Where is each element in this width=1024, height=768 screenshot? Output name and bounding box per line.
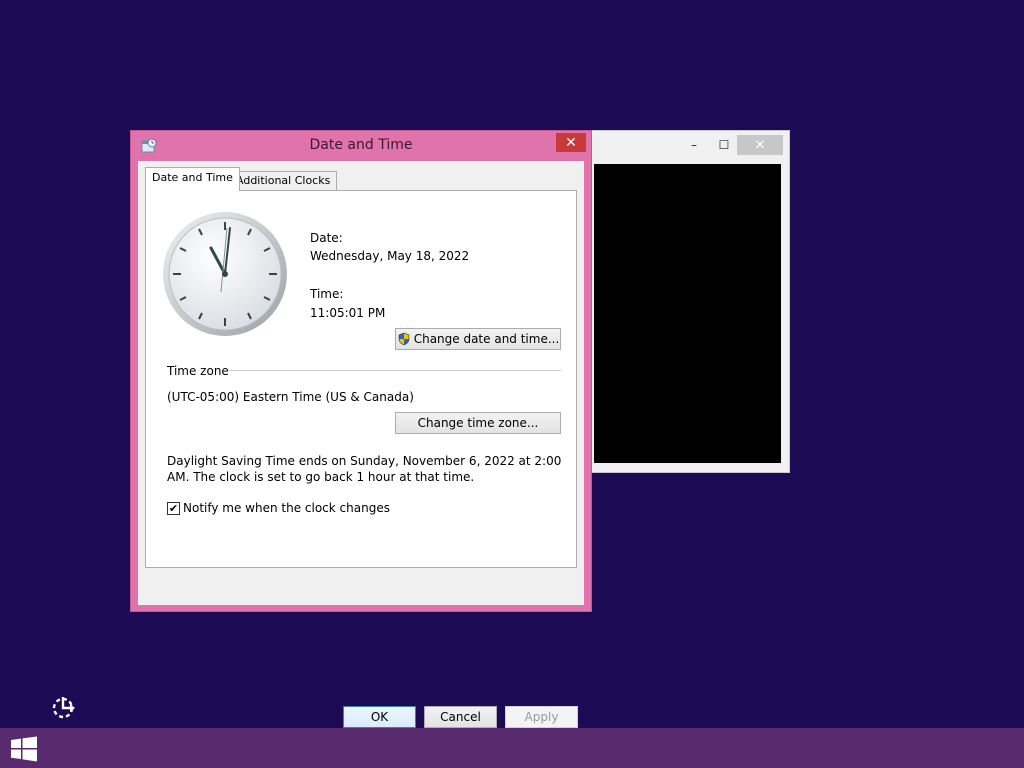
close-button[interactable]: ✕ [556, 133, 586, 152]
apply-button[interactable]: Apply [505, 706, 578, 728]
close-button[interactable]: ✕ [737, 135, 783, 155]
background-window-content [594, 164, 781, 463]
change-date-time-label: Change date and time... [413, 332, 560, 346]
taskbar [0, 728, 1024, 768]
time-zone-value: (UTC-05:00) Eastern Time (US & Canada) [167, 390, 414, 404]
dst-info-text: Daylight Saving Time ends on Sunday, Nov… [167, 454, 562, 484]
time-zone-header: Time zone [167, 364, 229, 378]
background-window[interactable]: – ☐ ✕ [588, 130, 790, 473]
cancel-button[interactable]: Cancel [424, 706, 497, 728]
tab-date-and-time[interactable]: Date and Time [145, 167, 240, 191]
change-date-time-button[interactable]: Change date and time... [395, 328, 561, 350]
notify-checkbox[interactable]: ✔ [167, 502, 180, 515]
minimize-button[interactable]: – [681, 135, 707, 155]
dialog-title: Date and Time [309, 137, 413, 153]
time-value: 11:05:01 PM [310, 306, 386, 320]
background-window-titlebar[interactable]: – ☐ ✕ [589, 131, 789, 161]
date-label: Date: [310, 231, 343, 245]
network-cursor-icon[interactable] [50, 694, 78, 720]
time-zone-divider [230, 370, 561, 371]
date-value: Wednesday, May 18, 2022 [310, 249, 470, 263]
time-label: Time: [310, 287, 344, 301]
analog-clock-icon [163, 212, 287, 336]
tab-additional-clocks[interactable]: Additional Clocks [229, 171, 338, 190]
maximize-button[interactable]: ☐ [711, 135, 737, 155]
change-time-zone-button[interactable]: Change time zone... [395, 412, 561, 434]
dialog-client-area: Date and Time Additional Clocks Date: We… [138, 161, 584, 728]
tab-panel: Date: Wednesday, May 18, 2022 Time: 11:0… [145, 190, 577, 568]
uac-shield-icon [398, 332, 410, 346]
change-time-zone-label: Change time zone... [417, 416, 539, 430]
date-time-dialog: Date and Time ✕ Date and Time Additional… [130, 130, 592, 728]
ok-button[interactable]: OK [343, 706, 416, 728]
notify-label[interactable]: Notify me when the clock changes [183, 501, 390, 515]
windows-logo-icon[interactable] [10, 736, 38, 762]
